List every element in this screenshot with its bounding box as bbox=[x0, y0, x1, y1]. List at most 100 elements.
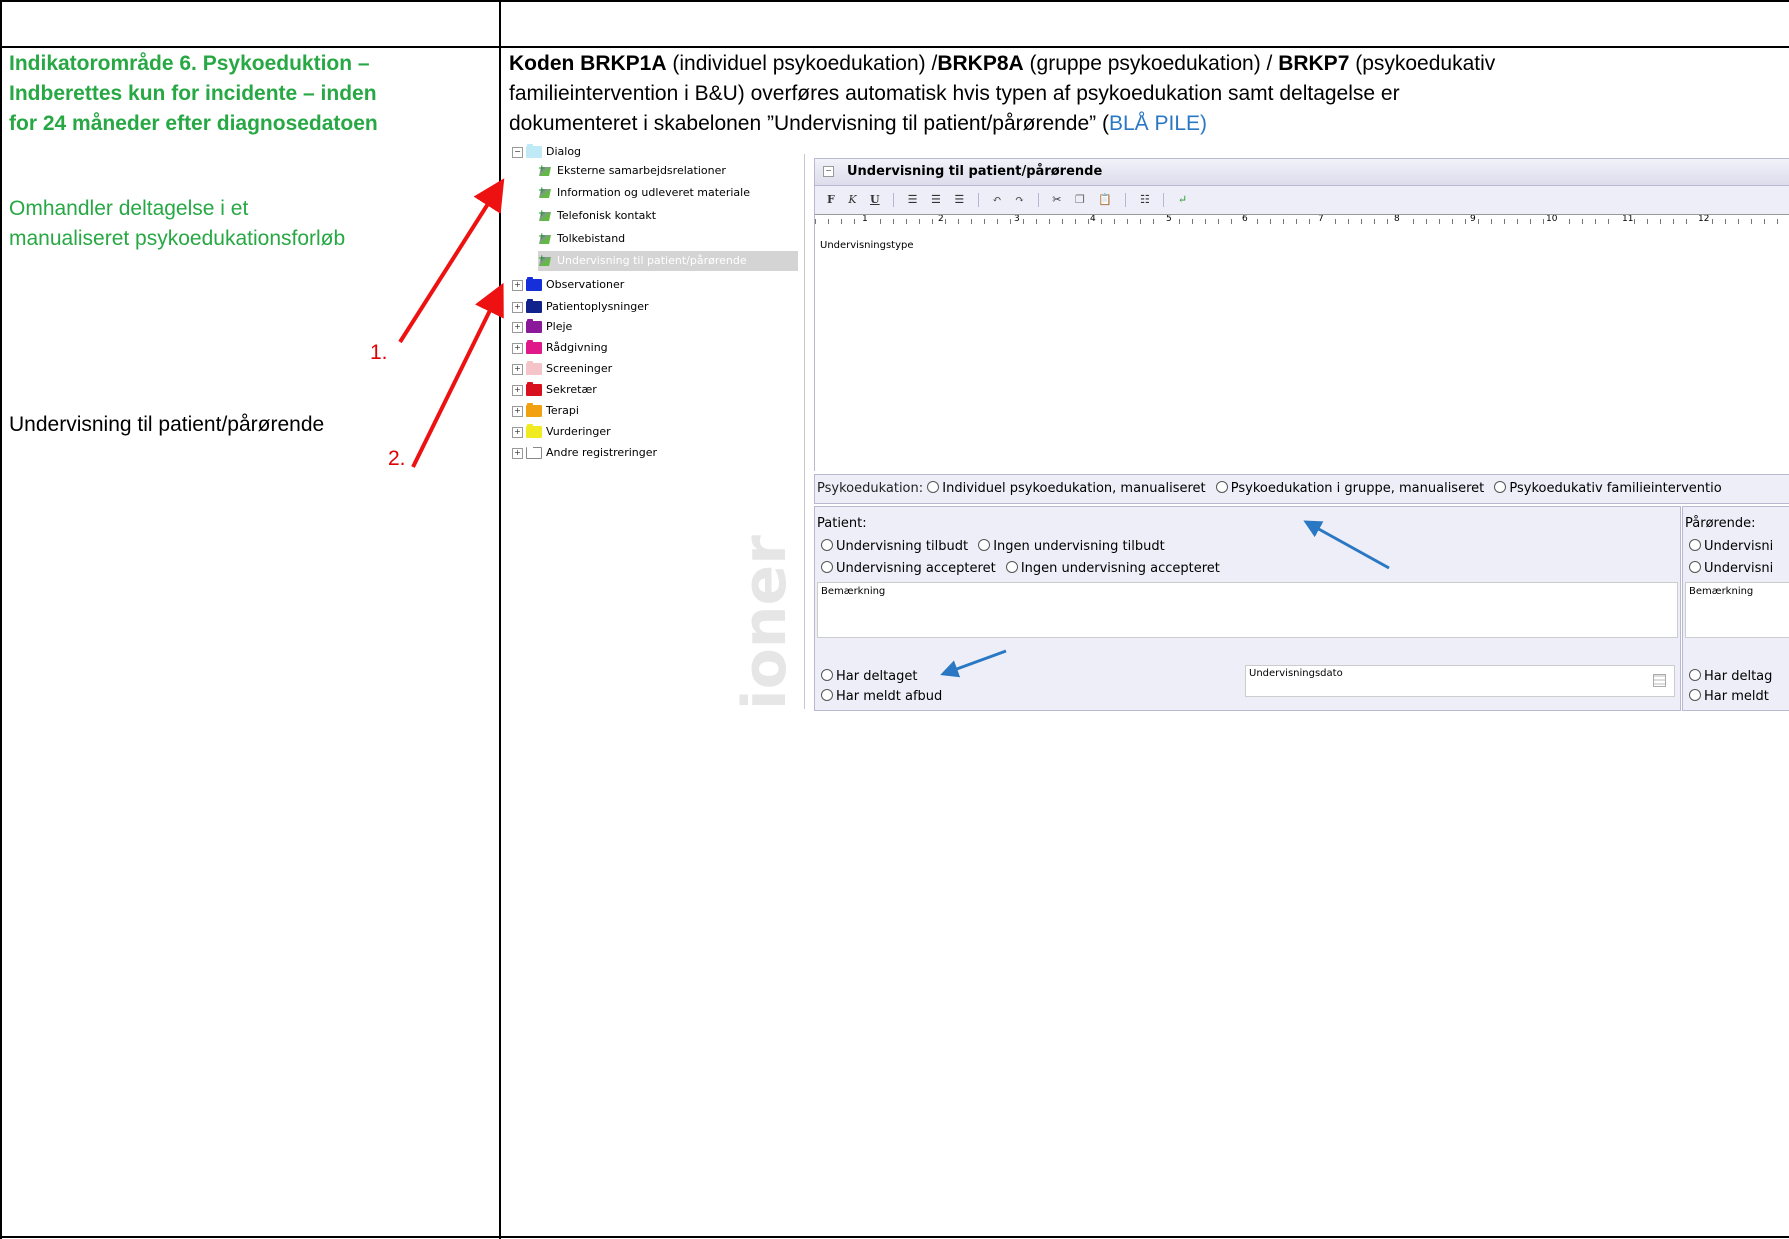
template-icon bbox=[538, 159, 552, 179]
tree-item[interactable]: Eksterne samarbejdsrelationer bbox=[538, 159, 726, 181]
tree-folder[interactable]: + Pleje bbox=[512, 317, 572, 337]
tree-item[interactable]: Information og udleveret materiale bbox=[538, 181, 750, 203]
patient-remark-field[interactable]: Bemærkning bbox=[817, 582, 1678, 638]
ruler-number: 7 bbox=[1317, 214, 1325, 224]
tree-folder[interactable]: + Terapi bbox=[512, 401, 579, 421]
folder-icon bbox=[526, 319, 542, 333]
radio-icon bbox=[1689, 539, 1701, 551]
tree-item-label: Sekretær bbox=[546, 383, 597, 396]
list-icon[interactable]: ☷ bbox=[1140, 186, 1150, 214]
radio-icon bbox=[821, 689, 833, 701]
undervisningstype-textarea[interactable]: Undervisningstype bbox=[814, 231, 1789, 471]
tree-folder[interactable]: + Observationer bbox=[512, 275, 624, 295]
calendar-icon[interactable] bbox=[1653, 674, 1666, 687]
tree-item-label: Telefonisk kontakt bbox=[557, 209, 657, 222]
radio-icon bbox=[1689, 689, 1701, 701]
toolbar-separator bbox=[1125, 193, 1127, 207]
psyko-option-individual[interactable]: Individuel psykoedukation, manualiseret bbox=[927, 481, 1206, 496]
table-border-left bbox=[0, 0, 2, 1239]
underline-button[interactable]: U bbox=[870, 186, 880, 214]
folder-icon bbox=[526, 424, 542, 438]
collapse-icon[interactable]: − bbox=[823, 166, 834, 177]
folder-icon bbox=[526, 403, 542, 417]
tree-item-label: Screeninger bbox=[546, 362, 613, 375]
panel-title: Undervisning til patient/pårørende bbox=[847, 164, 1103, 179]
collapse-icon[interactable]: − bbox=[512, 146, 523, 158]
indicator-heading: Indikatorområde 6. Psykoeduktion – Indbe… bbox=[9, 52, 378, 135]
radio-icon bbox=[1689, 561, 1701, 573]
tree-item[interactable]: Telefonisk kontakt bbox=[538, 204, 657, 226]
relative-accepted-radio[interactable]: Undervisni bbox=[1689, 561, 1773, 576]
radio-icon bbox=[1494, 481, 1507, 493]
tree-item-label: Eksterne samarbejdsrelationer bbox=[557, 164, 726, 177]
expand-icon[interactable]: + bbox=[512, 321, 523, 333]
redo-icon[interactable]: ↷ bbox=[1015, 186, 1024, 214]
tree-folder[interactable]: + Patientoplysninger bbox=[512, 297, 649, 317]
spellcheck-icon[interactable]: ↵ bbox=[1178, 186, 1187, 214]
indicator-description: Omhandler deltagelse i et manualiseret p… bbox=[9, 197, 346, 250]
ruler-number: 3 bbox=[1013, 214, 1021, 224]
psyko-option-family[interactable]: Psykoedukativ familieinterventio bbox=[1494, 481, 1722, 496]
copy-icon[interactable]: ❐ bbox=[1075, 186, 1085, 214]
paste-icon[interactable]: 📋 bbox=[1098, 186, 1112, 214]
expand-icon[interactable]: + bbox=[512, 301, 523, 313]
expand-icon[interactable]: + bbox=[512, 342, 523, 354]
align-left-icon[interactable]: ☰ bbox=[908, 186, 918, 214]
ruler-number: 1 bbox=[861, 214, 869, 224]
patient-not-offered-radio[interactable]: Ingen undervisning tilbudt bbox=[978, 539, 1165, 554]
align-center-icon[interactable]: ☰ bbox=[931, 186, 941, 214]
red-arrow-2 bbox=[411, 282, 504, 468]
patient-accepted-radio[interactable]: Undervisning accepteret bbox=[821, 561, 996, 576]
ruler-number: 8 bbox=[1393, 214, 1401, 224]
tree-folder[interactable]: − Dialog bbox=[512, 142, 581, 162]
tree-item-label: Tolkebistand bbox=[557, 232, 626, 245]
ruler-number: 9 bbox=[1469, 214, 1477, 224]
relative-participated-radio[interactable]: Har deltag bbox=[1689, 669, 1772, 684]
patient-cancelled-radio[interactable]: Har meldt afbud bbox=[821, 689, 942, 704]
relative-cancelled-radio[interactable]: Har meldt bbox=[1689, 689, 1769, 704]
tree-item[interactable]: Undervisning til patient/pårørende bbox=[538, 249, 798, 271]
expand-icon[interactable]: + bbox=[512, 279, 523, 291]
sidebar-watermark: ioner bbox=[730, 535, 800, 710]
tree-item[interactable]: Tolkebistand bbox=[538, 227, 626, 249]
radio-icon bbox=[927, 481, 940, 493]
tree-folder[interactable]: + Sekretær bbox=[512, 380, 597, 400]
bold-button[interactable]: F bbox=[827, 186, 835, 214]
tree-folder[interactable]: + Andre registreringer bbox=[512, 443, 657, 463]
align-right-icon[interactable]: ☰ bbox=[954, 186, 964, 214]
radio-icon bbox=[1689, 669, 1701, 681]
table-border-top bbox=[0, 0, 1789, 2]
tree-divider bbox=[804, 154, 805, 709]
expand-icon[interactable]: + bbox=[512, 447, 523, 459]
cut-icon[interactable]: ✂ bbox=[1052, 186, 1061, 214]
tree-folder[interactable]: + Screeninger bbox=[512, 359, 612, 379]
toolbar-separator bbox=[893, 193, 895, 207]
expand-icon[interactable]: + bbox=[512, 384, 523, 396]
italic-button[interactable]: K bbox=[848, 186, 856, 214]
textarea-label: Undervisningstype bbox=[820, 240, 914, 251]
expand-icon[interactable]: + bbox=[512, 405, 523, 417]
tree-item-label: Andre registreringer bbox=[546, 446, 658, 459]
radio-icon bbox=[1005, 561, 1018, 573]
patient-participated-radio[interactable]: Har deltaget bbox=[821, 669, 918, 684]
patient-offered-radio[interactable]: Undervisning tilbudt bbox=[821, 539, 968, 554]
patient-section: Patient: Undervisning tilbudt Ingen unde… bbox=[814, 506, 1681, 711]
relative-offered-radio[interactable]: Undervisni bbox=[1689, 539, 1773, 554]
patient-not-accepted-radio[interactable]: Ingen undervisning accepteret bbox=[1005, 561, 1220, 576]
tree-item-label: Patientoplysninger bbox=[546, 300, 649, 313]
ruler: 1 2 3 4 5 6 7 8 9 10 11 12 bbox=[814, 214, 1789, 232]
expand-icon[interactable]: + bbox=[512, 426, 523, 438]
tree-item-label: Rådgivning bbox=[546, 341, 608, 354]
tree-folder[interactable]: + Vurderinger bbox=[512, 422, 611, 442]
toolbar-separator bbox=[1163, 193, 1165, 207]
date-field[interactable]: Undervisningsdato bbox=[1245, 665, 1675, 697]
expand-icon[interactable]: + bbox=[512, 363, 523, 375]
relative-remark-field[interactable]: Bemærkning bbox=[1685, 582, 1789, 638]
template-icon bbox=[538, 227, 552, 247]
folder-icon bbox=[526, 144, 542, 158]
code-description: Koden BRKP1A (individuel psykoedukation)… bbox=[509, 52, 1496, 135]
psyko-option-group[interactable]: Psykoedukation i gruppe, manualiseret bbox=[1215, 481, 1484, 496]
ruler-number: 12 bbox=[1697, 214, 1711, 224]
undo-icon[interactable]: ↶ bbox=[992, 186, 1001, 214]
tree-folder[interactable]: + Rådgivning bbox=[512, 338, 608, 358]
